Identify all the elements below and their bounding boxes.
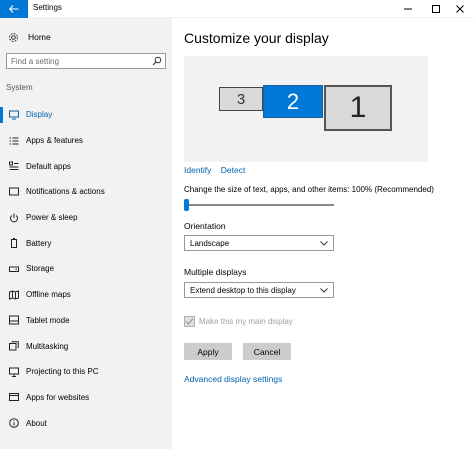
monitor-3[interactable]: 3	[219, 87, 263, 111]
sidebar-item-label: Apps & features	[26, 136, 83, 146]
back-button[interactable]	[0, 0, 28, 18]
display-icon	[9, 110, 19, 120]
power-icon	[9, 213, 19, 223]
sidebar-item-label: Tablet mode	[26, 315, 70, 325]
monitor-1[interactable]: 1	[324, 85, 392, 131]
main-display-checkbox[interactable]	[184, 316, 195, 327]
sidebar: Home System Display Apps & features Defa…	[0, 18, 172, 449]
sidebar-item-label: Default apps	[26, 161, 71, 171]
sidebar-item-offline-maps[interactable]: Offline maps	[0, 282, 172, 308]
back-arrow-icon	[9, 5, 19, 13]
chevron-down-icon	[320, 241, 328, 246]
checkmark-icon	[185, 318, 194, 325]
sidebar-item-apps-features[interactable]: Apps & features	[0, 128, 172, 154]
title-bar: Settings	[0, 0, 474, 18]
notifications-icon	[9, 187, 19, 197]
apps-list-icon	[9, 136, 19, 146]
tablet-icon	[9, 315, 19, 325]
display-arrangement: 3 2 1	[184, 56, 428, 162]
nav-list: Display Apps & features Default apps Not…	[0, 102, 172, 436]
default-apps-icon	[9, 161, 19, 171]
sidebar-item-label: Power & sleep	[26, 213, 78, 223]
sidebar-item-label: Offline maps	[26, 290, 71, 300]
sidebar-item-apps-websites[interactable]: Apps for websites	[0, 385, 172, 411]
minimize-button[interactable]	[394, 0, 422, 18]
multiple-displays-label: Multiple displays	[184, 267, 247, 277]
scale-slider[interactable]	[184, 199, 334, 211]
minimize-icon	[404, 8, 412, 10]
search-input[interactable]	[11, 55, 146, 67]
storage-icon	[9, 264, 19, 274]
sidebar-item-label: Multitasking	[26, 341, 69, 351]
multiple-displays-value: Extend desktop to this display	[190, 285, 296, 295]
close-icon	[456, 5, 464, 13]
slider-track	[184, 204, 334, 206]
identify-link[interactable]: Identify	[184, 165, 211, 175]
main-display-label: Make this my main display	[199, 317, 293, 326]
home-label: Home	[28, 32, 51, 42]
apps-websites-icon	[9, 392, 19, 402]
sidebar-item-power-sleep[interactable]: Power & sleep	[0, 205, 172, 231]
sidebar-item-label: Display	[26, 110, 53, 120]
sidebar-item-tablet-mode[interactable]: Tablet mode	[0, 308, 172, 334]
page-title: Customize your display	[184, 30, 329, 46]
sidebar-item-label: Projecting to this PC	[26, 367, 99, 377]
sidebar-item-label: Apps for websites	[26, 392, 90, 402]
sidebar-item-multitasking[interactable]: Multitasking	[0, 333, 172, 359]
map-icon	[9, 289, 19, 300]
close-button[interactable]	[446, 0, 474, 18]
window-title: Settings	[33, 3, 62, 12]
home-link[interactable]: Home	[8, 30, 51, 44]
sidebar-item-label: Notifications & actions	[26, 187, 105, 197]
scale-label: Change the size of text, apps, and other…	[184, 185, 434, 194]
multiple-displays-dropdown[interactable]: Extend desktop to this display	[184, 282, 334, 298]
main-display-option: Make this my main display	[184, 316, 293, 327]
sidebar-item-label: Battery	[26, 238, 52, 248]
monitor-2[interactable]: 2	[263, 85, 323, 118]
slider-thumb[interactable]	[184, 199, 189, 211]
gear-icon	[9, 32, 18, 42]
sidebar-item-notifications[interactable]: Notifications & actions	[0, 179, 172, 205]
cancel-button[interactable]: Cancel	[243, 343, 291, 360]
chevron-down-icon	[320, 288, 328, 293]
section-header: System	[6, 83, 33, 92]
sidebar-item-storage[interactable]: Storage	[0, 256, 172, 282]
sidebar-item-projecting[interactable]: Projecting to this PC	[0, 359, 172, 385]
sidebar-item-display[interactable]: Display	[0, 102, 172, 128]
orientation-label: Orientation	[184, 221, 226, 231]
projecting-icon	[9, 367, 19, 377]
apply-button[interactable]: Apply	[184, 343, 232, 360]
detect-link[interactable]: Detect	[221, 165, 246, 175]
search-box[interactable]	[6, 53, 166, 69]
advanced-display-settings-link[interactable]: Advanced display settings	[184, 374, 282, 384]
multitasking-icon	[9, 341, 19, 351]
main-content: Customize your display 3 2 1 Identify De…	[172, 18, 474, 449]
orientation-value: Landscape	[190, 238, 230, 248]
sidebar-item-default-apps[interactable]: Default apps	[0, 153, 172, 179]
sidebar-item-about[interactable]: About	[0, 410, 172, 436]
orientation-dropdown[interactable]: Landscape	[184, 235, 334, 251]
battery-icon	[9, 238, 19, 249]
identify-detect-links: Identify Detect	[184, 165, 245, 175]
maximize-icon	[432, 5, 440, 13]
sidebar-item-label: Storage	[26, 264, 55, 274]
search-icon[interactable]	[152, 56, 162, 66]
sidebar-item-label: About	[26, 418, 47, 428]
sidebar-item-battery[interactable]: Battery	[0, 230, 172, 256]
info-icon	[9, 418, 19, 428]
